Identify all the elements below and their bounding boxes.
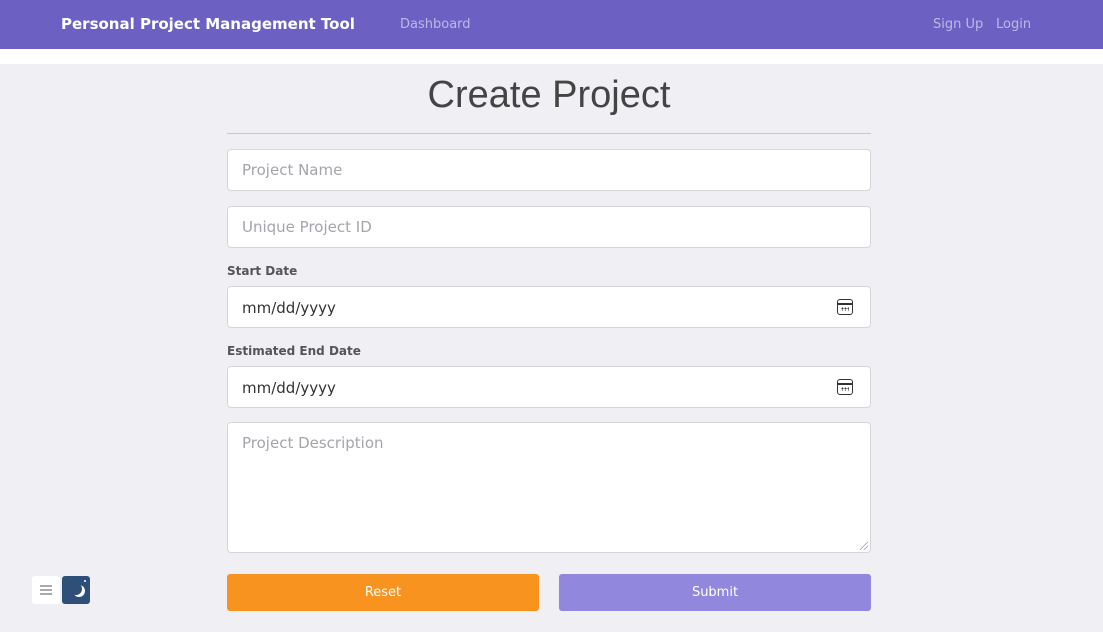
floating-widget [32, 572, 92, 606]
star-icon [84, 580, 86, 582]
start-date-label: Start Date [227, 264, 298, 278]
project-description-textarea[interactable]: Project Description [227, 422, 871, 553]
project-name-placeholder: Project Name [242, 161, 343, 179]
project-name-input[interactable]: Project Name [227, 149, 871, 191]
start-date-input[interactable]: mm/dd/yyyy [227, 286, 871, 328]
calendar-icon[interactable] [837, 379, 853, 395]
brand-link[interactable]: Personal Project Management Tool [61, 15, 355, 33]
moon-icon [70, 583, 82, 595]
project-id-input[interactable]: Unique Project ID [227, 206, 871, 248]
theme-toggle-button[interactable] [62, 576, 90, 604]
start-date-value: mm/dd/yyyy [242, 299, 336, 317]
submit-button[interactable]: Submit [559, 574, 871, 611]
calendar-icon[interactable] [837, 299, 853, 315]
hamburger-icon[interactable] [32, 576, 60, 604]
nav-dashboard-link[interactable]: Dashboard [400, 17, 471, 32]
nav-signup-link[interactable]: Sign Up [933, 17, 983, 32]
reset-button[interactable]: Reset [227, 574, 539, 611]
project-description-placeholder: Project Description [242, 434, 384, 452]
resize-handle[interactable] [860, 542, 868, 550]
page-title: Create Project [427, 74, 671, 116]
project-id-placeholder: Unique Project ID [242, 218, 372, 236]
end-date-label: Estimated End Date [227, 344, 361, 358]
title-divider [227, 133, 871, 134]
end-date-value: mm/dd/yyyy [242, 379, 336, 397]
end-date-input[interactable]: mm/dd/yyyy [227, 366, 871, 408]
header-spacer [0, 49, 1103, 64]
navbar: Personal Project Management Tool Dashboa… [0, 0, 1103, 49]
nav-login-link[interactable]: Login [996, 17, 1031, 32]
